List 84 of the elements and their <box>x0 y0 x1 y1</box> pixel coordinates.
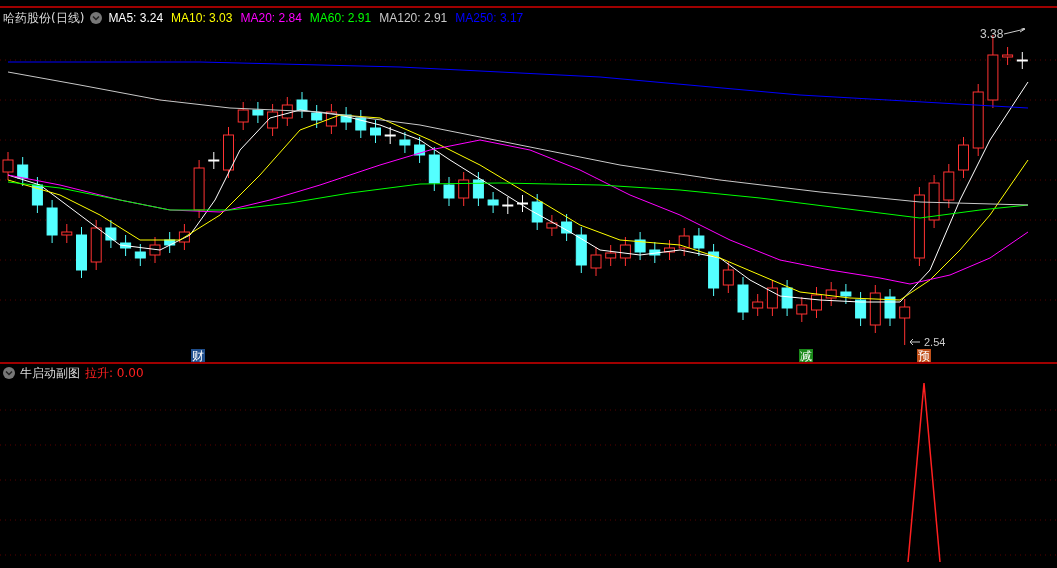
candlestick <box>693 227 705 257</box>
candlestick <box>561 213 573 242</box>
arrow-icon <box>909 338 921 346</box>
marker-tag: 财 <box>191 349 205 362</box>
candlestick <box>517 194 528 213</box>
candlestick <box>252 101 264 124</box>
dropdown-icon[interactable] <box>3 367 15 379</box>
arrow-icon <box>1003 28 1026 35</box>
ma-legend-value: MA5: 3.24 <box>108 11 164 25</box>
candlestick <box>443 176 455 207</box>
candlestick <box>370 119 381 144</box>
candlestick <box>487 191 499 214</box>
candlestick <box>428 146 440 192</box>
candlestick <box>458 171 470 207</box>
candlestick <box>178 223 190 251</box>
candlestick <box>869 284 881 334</box>
candlestick <box>575 226 587 274</box>
candlestick <box>855 291 867 327</box>
candlestick <box>105 219 117 249</box>
candlestick <box>76 226 87 279</box>
ma-legend-value: MA20: 2.84 <box>240 11 302 25</box>
candlestick <box>737 276 749 321</box>
ma-legend-value: MA10: 3.03 <box>171 11 233 25</box>
candlestick <box>708 243 720 297</box>
candlestick <box>1002 46 1014 66</box>
candlestick <box>355 109 367 139</box>
candlestick <box>928 174 940 229</box>
dropdown-icon[interactable] <box>90 12 103 24</box>
candlestick <box>884 288 896 327</box>
candlestick <box>340 106 352 131</box>
candlestick <box>766 279 778 317</box>
candlestick <box>531 193 543 231</box>
marker-tag: 预 <box>917 349 931 362</box>
candlestick <box>134 243 146 267</box>
candlestick <box>796 296 808 323</box>
candlestick <box>149 236 161 264</box>
high-price-label: 3.38 <box>980 28 1004 41</box>
candlestick <box>281 96 293 127</box>
candlestick <box>546 214 558 237</box>
ma-legend-value: MA250: 3.17 <box>455 11 524 25</box>
candlestick <box>502 196 514 215</box>
candlestick <box>193 159 205 219</box>
candlestick <box>208 151 220 170</box>
candlestick <box>384 126 396 145</box>
candlestick <box>223 126 234 179</box>
stock-title: 哈药股份(日线) <box>3 9 85 27</box>
ma-legend-value: MA60: 2.91 <box>309 11 372 25</box>
candlestick <box>90 219 102 271</box>
low-price-label: 2.54 <box>924 336 946 348</box>
candlestick <box>722 261 734 294</box>
candlestick <box>943 163 955 209</box>
candlestick <box>311 104 323 129</box>
candlestick <box>605 244 617 267</box>
candlestick <box>31 176 43 214</box>
candlestick <box>825 281 837 307</box>
candlestick <box>267 103 279 137</box>
candlestick <box>619 236 631 267</box>
candlestick <box>120 234 132 257</box>
candlestick <box>958 136 969 179</box>
candlestick <box>325 103 337 135</box>
indicator-value: 拉升: 0.00 <box>85 364 144 382</box>
candlestick <box>414 136 426 164</box>
marker-tag: 减 <box>799 349 813 362</box>
candlestick <box>1016 51 1028 70</box>
candlestick <box>472 171 484 207</box>
candlestick <box>399 131 411 154</box>
candlestick <box>781 279 793 317</box>
candlestick <box>17 156 29 187</box>
candlestick <box>61 223 73 244</box>
indicator-title: 牛启动副图 <box>20 364 80 382</box>
candlestick <box>634 231 646 261</box>
candlestick <box>840 283 852 305</box>
candlestick <box>649 241 661 264</box>
candlestick <box>752 293 764 317</box>
candlestick <box>678 227 690 257</box>
ma-legend-value: MA120: 2.91 <box>379 11 448 25</box>
candlestick <box>899 298 911 346</box>
candlestick <box>811 286 822 319</box>
candlestick <box>664 239 675 261</box>
candlestick <box>46 199 58 244</box>
candlestick <box>590 246 602 277</box>
candlestick <box>237 101 249 131</box>
candlestick <box>296 91 308 119</box>
candlestick <box>164 231 176 254</box>
